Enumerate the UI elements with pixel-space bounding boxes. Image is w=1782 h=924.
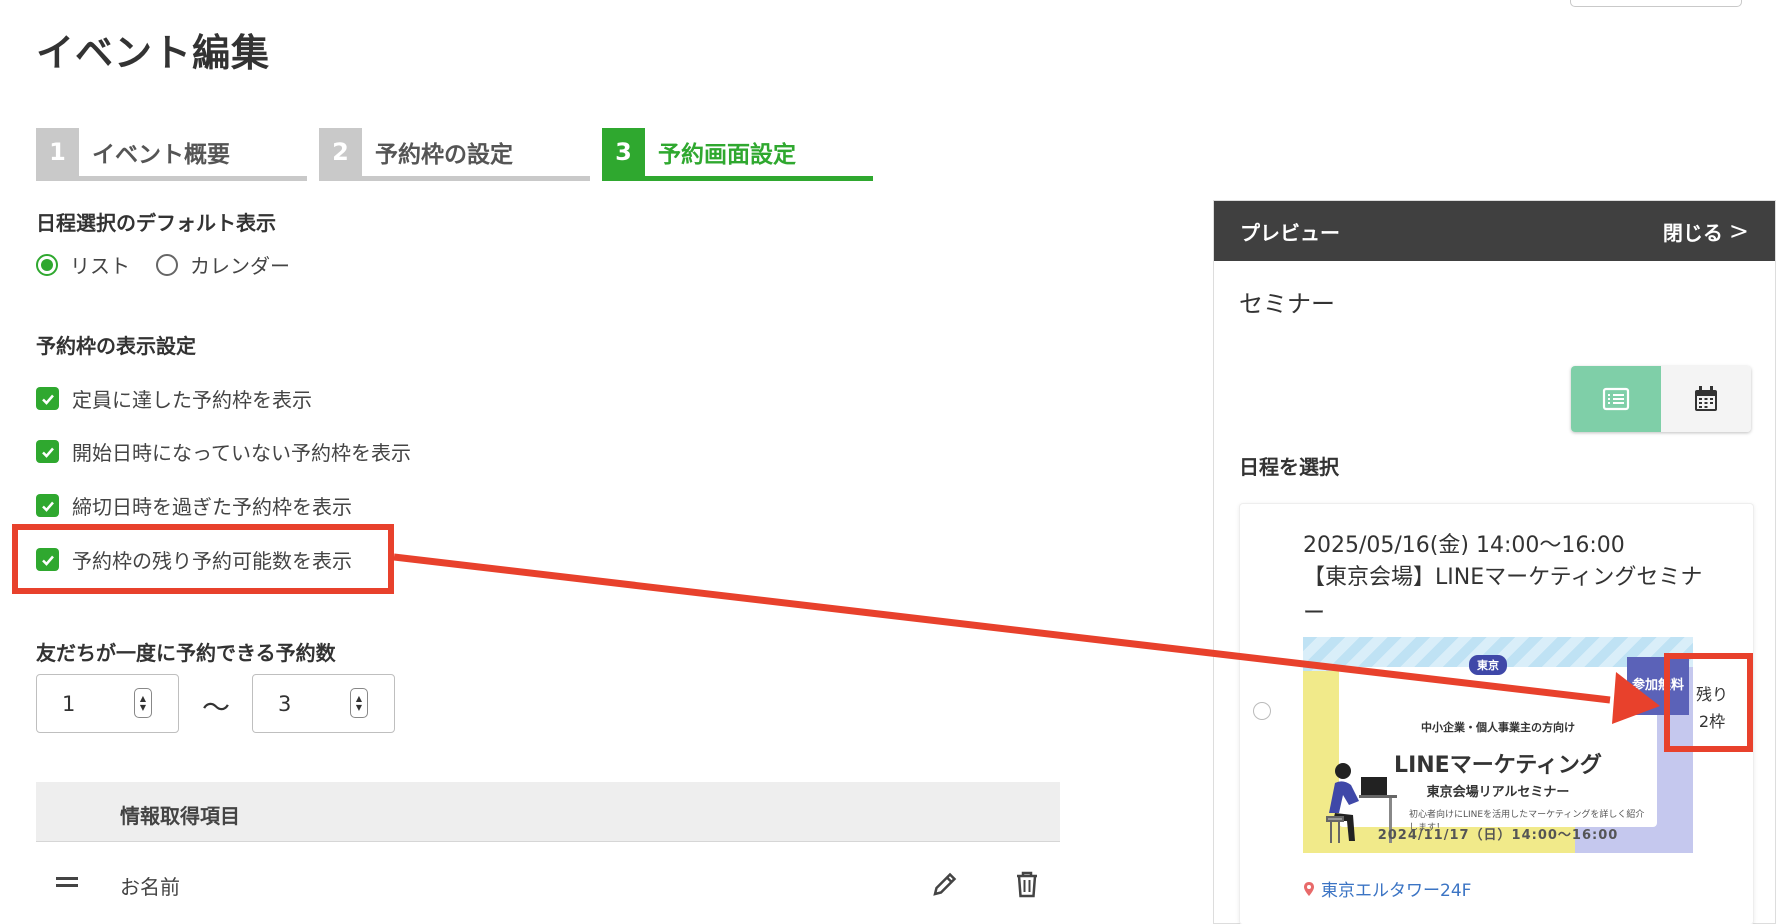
step-tab-3[interactable]: 3 予約画面設定 — [602, 128, 873, 181]
checkbox-checked[interactable] — [36, 494, 59, 517]
highlight-box-right — [1664, 653, 1753, 752]
step-label: イベント概要 — [92, 142, 230, 168]
top-right-button[interactable] — [1570, 0, 1742, 7]
preview-event-name: セミナー — [1239, 290, 1335, 318]
highlight-box-left — [12, 524, 394, 594]
spin-icon[interactable]: ▲ ▼ — [134, 688, 152, 718]
check-icon — [41, 394, 54, 405]
stepper-value: 3 — [278, 691, 292, 716]
banner-small-text: 中小企業・個人事業主の方向け — [1421, 721, 1575, 734]
booking-min-stepper[interactable]: 1 ▲ ▼ — [36, 674, 179, 733]
banner-date: 2024/11/17（日）14:00〜16:00 — [1377, 828, 1619, 843]
check-not-started-slots[interactable]: 開始日時になっていない予約枠を表示 — [36, 437, 411, 466]
drag-handle-icon[interactable] — [56, 877, 78, 887]
list-icon — [1602, 387, 1630, 411]
chevron-right-icon: > — [1728, 217, 1749, 245]
view-toggle — [1571, 366, 1751, 432]
event-banner-image: 中小企業・個人事業主の方向け LINEマーケティング 東京会場リアルセミナー 初… — [1303, 637, 1693, 853]
slot-radio[interactable] — [1253, 702, 1271, 720]
check-past-deadline-slots[interactable]: 締切日時を過ぎた予約枠を表示 — [36, 491, 352, 520]
info-table-header: 情報取得項目 — [36, 782, 1060, 842]
checkbox-checked[interactable] — [36, 440, 59, 463]
radio-calendar[interactable] — [156, 253, 178, 276]
select-date-label: 日程を選択 — [1239, 455, 1339, 479]
trash-icon[interactable] — [1013, 869, 1041, 899]
check-label: 定員に達した予約枠を表示 — [72, 388, 312, 412]
stepper-value: 1 — [62, 691, 76, 716]
step-number: 1 — [36, 128, 79, 176]
slot-title: 【東京会場】LINEマーケティングセミナー — [1303, 565, 1703, 626]
schedule-default-label: 日程選択のデフォルト表示 — [36, 211, 276, 235]
table-row: お名前 — [36, 843, 1060, 924]
preview-close-button[interactable]: 閉じる > — [1663, 217, 1749, 246]
radio-list[interactable] — [36, 253, 58, 276]
preview-header-title: プレビュー — [1240, 220, 1340, 245]
step-label: 予約画面設定 — [658, 142, 796, 168]
step-label: 予約枠の設定 — [375, 142, 513, 168]
calendar-icon — [1695, 386, 1717, 411]
check-icon — [41, 501, 54, 512]
step-number: 2 — [319, 128, 362, 176]
range-separator: 〜 — [202, 691, 231, 724]
venue-link[interactable]: 東京エルタワー24F — [1303, 876, 1471, 901]
banner-tag: 東京 — [1469, 655, 1507, 675]
slot-display-label: 予約枠の表示設定 — [36, 334, 196, 358]
radio-list-label: リスト — [70, 254, 130, 278]
preview-header: プレビュー 閉じる > — [1214, 201, 1775, 261]
row-label: お名前 — [120, 875, 180, 899]
step-tab-1[interactable]: 1 イベント概要 — [36, 128, 307, 181]
check-label: 締切日時を過ぎた予約枠を表示 — [72, 495, 352, 519]
booking-count-label: 友だちが一度に予約できる予約数 — [36, 641, 336, 665]
check-full-slots[interactable]: 定員に達した予約枠を表示 — [36, 384, 312, 413]
close-label: 閉じる — [1662, 220, 1723, 245]
radio-calendar-label: カレンダー — [190, 254, 290, 278]
page-title: イベント編集 — [36, 31, 271, 75]
booking-max-stepper[interactable]: 3 ▲ ▼ — [252, 674, 395, 733]
check-icon — [41, 447, 54, 458]
calendar-view-button[interactable] — [1661, 366, 1751, 432]
info-table-header-label: 情報取得項目 — [120, 804, 240, 828]
check-label: 開始日時になっていない予約枠を表示 — [72, 441, 411, 465]
step-number: 3 — [602, 128, 645, 176]
step-tabs: 1 イベント概要 2 予約枠の設定 3 予約画面設定 — [36, 128, 873, 181]
venue-name: 東京エルタワー24F — [1321, 881, 1472, 901]
step-tab-2[interactable]: 2 予約枠の設定 — [319, 128, 590, 181]
checkbox-checked[interactable] — [36, 387, 59, 410]
slot-date: 2025/05/16(金) 14:00〜16:00 — [1303, 533, 1625, 558]
spin-icon[interactable]: ▲ ▼ — [350, 688, 368, 718]
map-pin-icon — [1304, 881, 1314, 896]
schedule-default-radio-group: リスト カレンダー — [36, 250, 316, 279]
pencil-icon[interactable] — [930, 869, 960, 899]
preview-panel: プレビュー 閉じる > セミナー 日程を選択 2025/05/16(金) 14:… — [1213, 200, 1776, 924]
list-view-button[interactable] — [1571, 366, 1661, 432]
